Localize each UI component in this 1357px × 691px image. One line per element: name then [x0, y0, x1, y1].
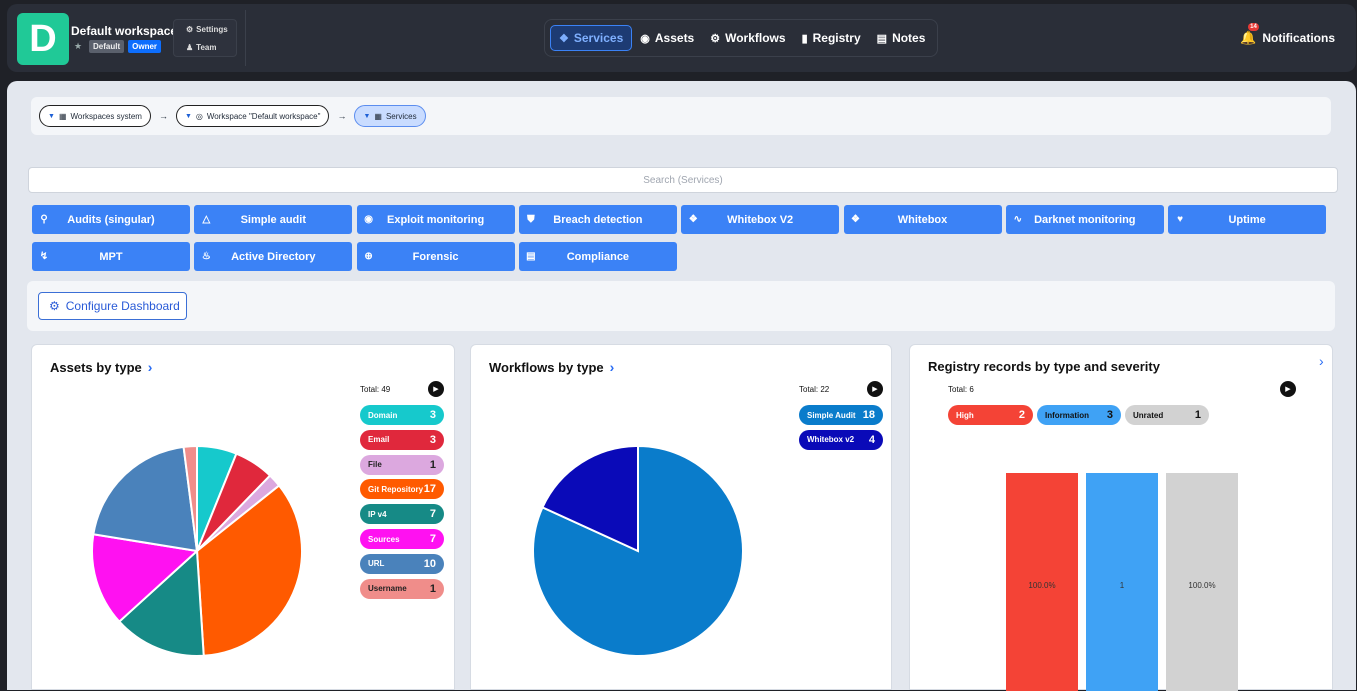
nav-notes[interactable]: ▤ Notes: [869, 25, 934, 51]
heartbeat-icon: ♥: [1177, 214, 1184, 225]
bar-label: 1: [1120, 581, 1125, 590]
main-nav: ❖ Services ◉ Assets ⚙ Workflows ▮ Registry ▤…: [544, 19, 938, 57]
service-whitebox[interactable]: ❖ Whitebox: [843, 205, 1002, 234]
main-content: ▼ ▦ Workspaces system → ▼ ◎ Workspace "Defau…: [7, 81, 1356, 691]
globe-icon: ◎: [195, 111, 203, 121]
caret-down-icon: ▼: [48, 112, 55, 120]
workflows-pie-chart: [532, 444, 744, 657]
team-icon: ♟: [186, 42, 194, 52]
shield-icon: ⛊: [527, 214, 535, 225]
service-breach-detection[interactable]: ⛊ Breach detection: [518, 205, 677, 234]
bar-label: 100.0%: [1188, 581, 1215, 590]
service-mpt[interactable]: ↯ MPT: [32, 242, 190, 271]
pie-slice-url[interactable]: [92, 445, 199, 553]
breadcrumb: ▼ ▦ Workspaces system → ▼ ◎ Workspace "Defau…: [31, 97, 1331, 135]
service-uptime[interactable]: ♥ Uptime: [1168, 205, 1327, 234]
notification-count: 14: [1248, 23, 1259, 31]
service-whitebox-v2[interactable]: ❖ Whitebox V2: [681, 205, 840, 234]
crosshair-icon: ⊕: [364, 251, 373, 262]
service-audits-singular[interactable]: ⚲ Audits (singular): [32, 205, 190, 234]
breadcrumb-workspaces-system[interactable]: ▼ ▦ Workspaces system: [39, 105, 151, 127]
nav-services[interactable]: ❖ Services: [550, 25, 633, 51]
bolt-icon: ↯: [39, 251, 49, 262]
grid-icon: ▦: [374, 111, 382, 121]
pin-icon[interactable]: ★: [71, 41, 85, 52]
breadcrumb-services[interactable]: ▼ ▦ Services: [354, 105, 426, 127]
search-input[interactable]: Search (Services): [28, 167, 1338, 193]
book-icon: ▮: [801, 32, 808, 45]
dropbox-icon: ❖: [688, 214, 698, 225]
notifications-button[interactable]: 🔔 14 Notifications: [1240, 23, 1335, 46]
service-compliance[interactable]: ▤ Compliance: [518, 242, 677, 271]
workflows-card: Workflows by type › Total: 22 ▶ Simple Au…: [470, 344, 892, 690]
workspace-logo[interactable]: D: [17, 13, 69, 65]
nav-registry[interactable]: ▮ Registry: [794, 25, 869, 51]
fire-icon: ♨: [201, 251, 211, 262]
service-darknet-monitoring[interactable]: ∿ Darknet monitoring: [1005, 205, 1164, 234]
workspace-title[interactable]: Default workspace: [71, 24, 177, 38]
tag-owner: Owner: [128, 40, 162, 53]
note-icon: ▤: [876, 32, 888, 45]
registry-card: Registry records by type and severity › …: [909, 344, 1333, 691]
nav-assets[interactable]: ◉ Assets: [632, 25, 702, 51]
registry-bar-chart: 100.0% 1 100.0%: [1006, 473, 1238, 691]
caret-down-icon: ▼: [363, 112, 371, 120]
eye-icon: ◉: [364, 214, 373, 225]
breadcrumb-workspace[interactable]: ▼ ◎ Workspace "Default workspace": [175, 105, 330, 127]
tag-default: Default: [89, 40, 125, 53]
dashboard-toolbar: ⚙ Configure Dashboard: [27, 281, 1335, 331]
gears-icon: ⚙: [710, 32, 721, 45]
service-forensic[interactable]: ⊕ Forensic: [356, 242, 515, 271]
clipboard-icon: ▤: [526, 251, 536, 262]
dropbox-icon: ❖: [851, 214, 860, 225]
service-exploit-monitoring[interactable]: ◉ Exploit monitoring: [356, 205, 515, 234]
rss-icon: ∿: [1013, 214, 1022, 225]
tag-icon: ❖: [559, 32, 569, 45]
arrow-right-icon: →: [337, 111, 347, 121]
caret-down-icon: ▼: [184, 112, 192, 120]
arrow-right-icon: →: [158, 111, 168, 121]
team-link[interactable]: ♟ Team: [174, 38, 236, 56]
service-active-directory[interactable]: ♨ Active Directory: [194, 242, 353, 271]
assets-card: Assets by type › Total: 49 ▶ Domain 3 Email…: [31, 344, 455, 690]
bar-label: 100.0%: [1028, 581, 1055, 590]
workspace-menu: ⚙ Settings ♟ Team: [173, 19, 237, 57]
gear-icon: ⚙: [186, 24, 194, 34]
target-icon: ◉: [640, 32, 650, 45]
grid-icon: ▦: [58, 111, 67, 121]
settings-link[interactable]: ⚙ Settings: [174, 20, 236, 38]
bell-icon: 🔔 14: [1240, 23, 1259, 45]
assets-pie-chart: [91, 444, 303, 657]
divider: [245, 10, 246, 66]
nav-workflows[interactable]: ⚙ Workflows: [702, 25, 793, 51]
service-simple-audit[interactable]: △ Simple audit: [194, 205, 353, 234]
radar-icon: △: [202, 214, 211, 225]
top-bar: D Default workspace ★ Default Owner ⚙ Set…: [7, 4, 1356, 72]
search-icon: ⚲: [40, 214, 48, 225]
gear-icon: ⚙: [49, 299, 60, 313]
configure-dashboard-button[interactable]: ⚙ Configure Dashboard: [38, 292, 187, 320]
